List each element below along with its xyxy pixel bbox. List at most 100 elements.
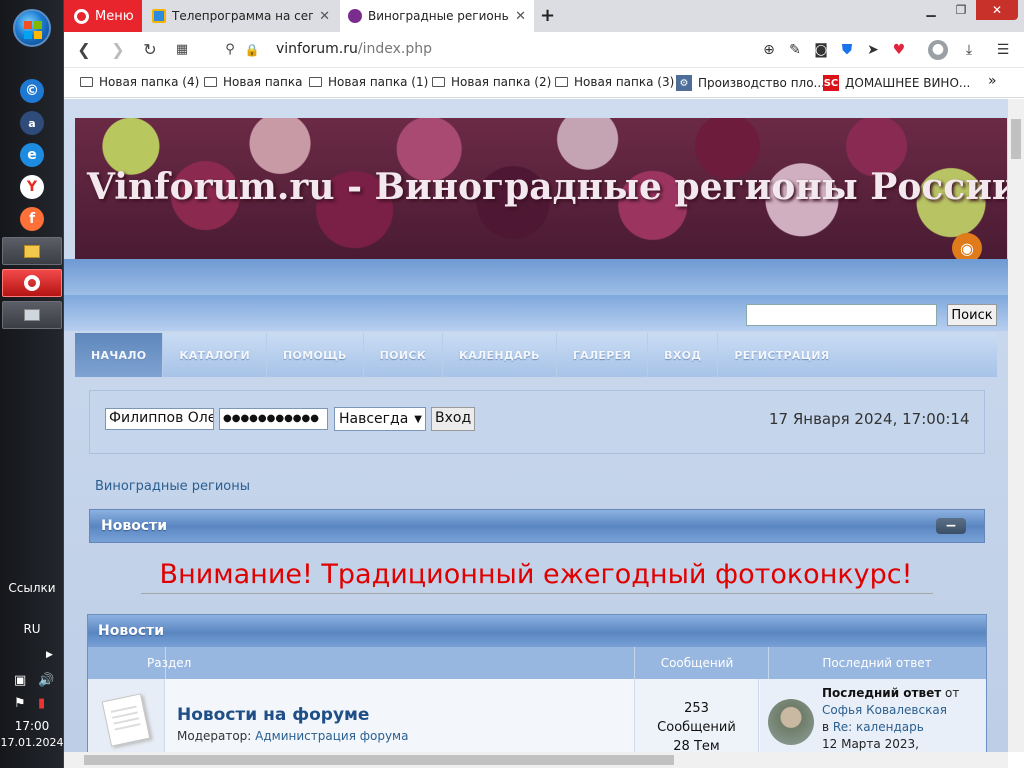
grape-icon bbox=[348, 9, 362, 23]
clock-time[interactable]: 17:00 bbox=[0, 719, 64, 733]
folder-icon bbox=[80, 77, 93, 87]
login-panel: Филиппов Олег ●●●●●●●●●●● Навсегда ▼ Вхо… bbox=[89, 390, 985, 454]
opera-menu-button[interactable]: Меню bbox=[64, 0, 142, 32]
close-window-icon[interactable]: ✕ bbox=[976, 0, 1018, 20]
nav-catalogs[interactable]: КАТАЛОГИ bbox=[163, 333, 268, 377]
language-indicator[interactable]: RU bbox=[0, 622, 64, 636]
topic-count: 28 Тем bbox=[673, 739, 720, 752]
horizontal-scroll-thumb[interactable] bbox=[84, 755, 674, 765]
nav-register[interactable]: РЕГИСТРАЦИЯ bbox=[718, 333, 845, 377]
tab-title: Телепрограмма на сегодня bbox=[172, 9, 314, 23]
profile-avatar-icon[interactable]: ● bbox=[928, 40, 948, 60]
announcement-link[interactable]: Внимание! Традиционный ежегодный фотокон… bbox=[64, 559, 1008, 590]
bookmark-folder-4[interactable]: Новая папка (4) bbox=[80, 75, 199, 89]
last-post-topic[interactable]: Re: календарь bbox=[833, 720, 924, 734]
yandex-browser-icon[interactable]: Y bbox=[20, 175, 44, 199]
search-button[interactable]: Поиск bbox=[947, 304, 997, 326]
horizontal-scrollbar[interactable] bbox=[64, 752, 1008, 768]
bookmark-folder-3[interactable]: Новая папка (3) bbox=[555, 75, 674, 89]
new-tab-icon[interactable]: + bbox=[540, 5, 555, 26]
heart-icon[interactable]: ♥ bbox=[890, 41, 908, 59]
tab-vinforum[interactable]: Виноградные регионы - Виноградные регион… bbox=[340, 0, 534, 32]
zoom-icon[interactable]: ⊕ bbox=[760, 41, 778, 59]
speed-dial-icon[interactable]: ▦ bbox=[172, 40, 192, 60]
main-nav: НАЧАЛО КАТАЛОГИ ПОМОЩЬ ПОИСК КАЛЕНДАРЬ Г… bbox=[75, 333, 997, 377]
avatar[interactable] bbox=[768, 699, 814, 745]
column-section: Раздел bbox=[147, 656, 192, 670]
last-post-author[interactable]: Софья Ковалевская bbox=[822, 702, 959, 719]
restore-icon[interactable]: ❐ bbox=[946, 0, 976, 20]
vertical-scroll-thumb[interactable] bbox=[1011, 119, 1021, 159]
close-tab-icon[interactable]: ✕ bbox=[515, 9, 526, 24]
shield-icon[interactable]: ⛊ bbox=[838, 41, 856, 59]
bookmark-domashnee-vino[interactable]: SC ДОМАШНЕЕ ВИНО... bbox=[823, 75, 970, 91]
post-stats: 253 Сообщений 28 Тем bbox=[634, 679, 759, 752]
bookmark-folder[interactable]: Новая папка bbox=[204, 75, 302, 89]
reload-icon[interactable]: ↻ bbox=[140, 40, 160, 60]
clock-date[interactable]: 17.01.2024 bbox=[0, 736, 64, 749]
taskbar-computer[interactable] bbox=[2, 301, 62, 329]
internet-explorer-icon[interactable]: e bbox=[20, 143, 44, 167]
bookmark-folder-2[interactable]: Новая папка (2) bbox=[432, 75, 551, 89]
lock-icon[interactable]: 🔒 bbox=[242, 40, 262, 60]
session-length-select[interactable]: Навсегда ▼ bbox=[334, 407, 426, 431]
bookmark-folder-1[interactable]: Новая папка (1) bbox=[309, 75, 428, 89]
vertical-scrollbar[interactable] bbox=[1008, 99, 1024, 752]
bookmark-label: Новая папка (2) bbox=[451, 75, 552, 89]
nav-help[interactable]: ПОМОЩЬ bbox=[267, 333, 364, 377]
breadcrumb[interactable]: Виноградные регионы bbox=[95, 479, 250, 494]
forward-icon[interactable]: ❯ bbox=[108, 40, 128, 60]
forum-link[interactable]: Новости на форуме bbox=[177, 705, 369, 725]
bookmarks-more-icon[interactable]: » bbox=[988, 73, 997, 89]
search-input[interactable] bbox=[746, 304, 937, 326]
username-field[interactable]: Филиппов Олег bbox=[105, 408, 214, 430]
board-icon-cell bbox=[88, 679, 165, 752]
bookmark-label: Новая папка (3) bbox=[574, 75, 675, 89]
nav-gallery[interactable]: ГАЛЕРЕЯ bbox=[557, 333, 649, 377]
folder-icon bbox=[309, 77, 322, 87]
bookmark-proizvodstvo[interactable]: ⚙ Производство пло... bbox=[676, 75, 825, 91]
easy-setup-icon[interactable]: ☰ bbox=[994, 41, 1012, 59]
edit-icon[interactable]: ✎ bbox=[786, 41, 804, 59]
download-icon[interactable]: ⤓ bbox=[960, 41, 978, 59]
menu-label: Меню bbox=[95, 8, 134, 24]
nav-search[interactable]: ПОИСК bbox=[364, 333, 443, 377]
taskbar-opera[interactable] bbox=[2, 269, 62, 297]
start-button[interactable] bbox=[13, 9, 51, 47]
moderator-link[interactable]: Администрация форума bbox=[255, 729, 408, 743]
links-toolbar-label[interactable]: Ссылки bbox=[0, 581, 64, 595]
firefox-icon[interactable]: f bbox=[20, 207, 44, 231]
close-tab-icon[interactable]: ✕ bbox=[319, 9, 330, 24]
nav-login[interactable]: ВХОД bbox=[648, 333, 719, 377]
minimize-icon[interactable]: ▁ bbox=[916, 0, 946, 20]
nav-calendar[interactable]: КАЛЕНДАРЬ bbox=[443, 333, 557, 377]
camera-icon[interactable]: ◙ bbox=[812, 41, 830, 59]
ccleaner-icon[interactable]: © bbox=[20, 79, 44, 103]
page-viewport: Vinforum.ru - Виноградные регионы России… bbox=[64, 99, 1008, 752]
aimp-icon[interactable]: a bbox=[20, 111, 44, 135]
taskbar-explorer[interactable] bbox=[2, 237, 62, 265]
nav-home[interactable]: НАЧАЛО bbox=[75, 333, 164, 377]
bookmark-label: Новая папка bbox=[223, 75, 303, 89]
site-info-icon[interactable]: ⚲ bbox=[220, 40, 240, 60]
network-icon[interactable]: ▣ bbox=[14, 673, 26, 688]
power-icon[interactable]: ▮ bbox=[38, 696, 45, 711]
tray-expand-icon[interactable]: ▶ bbox=[46, 650, 53, 660]
password-field[interactable]: ●●●●●●●●●●● bbox=[219, 408, 328, 430]
table-row: Новости на форуме Модератор: Администрац… bbox=[88, 679, 986, 752]
sc-favicon-icon: SC bbox=[823, 75, 839, 91]
chevron-down-icon: ▼ bbox=[414, 413, 422, 425]
news-category-bar: Новости − bbox=[89, 509, 985, 543]
login-button[interactable]: Вход bbox=[431, 407, 476, 431]
url-field[interactable]: vinforum.ru/index.php bbox=[276, 41, 432, 57]
opera-icon bbox=[24, 275, 40, 291]
tab-teleprogramma[interactable]: Телепрограмма на сегодня ✕ bbox=[144, 0, 338, 32]
volume-icon[interactable]: 🔊 bbox=[38, 673, 54, 688]
action-center-flag-icon[interactable]: ⚑ bbox=[14, 696, 26, 711]
bookmark-label: Новая папка (4) bbox=[99, 75, 200, 89]
moderator-line: Модератор: Администрация форума bbox=[177, 729, 408, 743]
collapse-icon[interactable]: − bbox=[936, 518, 966, 534]
send-icon[interactable]: ➤ bbox=[864, 41, 882, 59]
back-icon[interactable]: ❮ bbox=[74, 40, 94, 60]
bookmark-label: Производство пло... bbox=[698, 76, 825, 90]
